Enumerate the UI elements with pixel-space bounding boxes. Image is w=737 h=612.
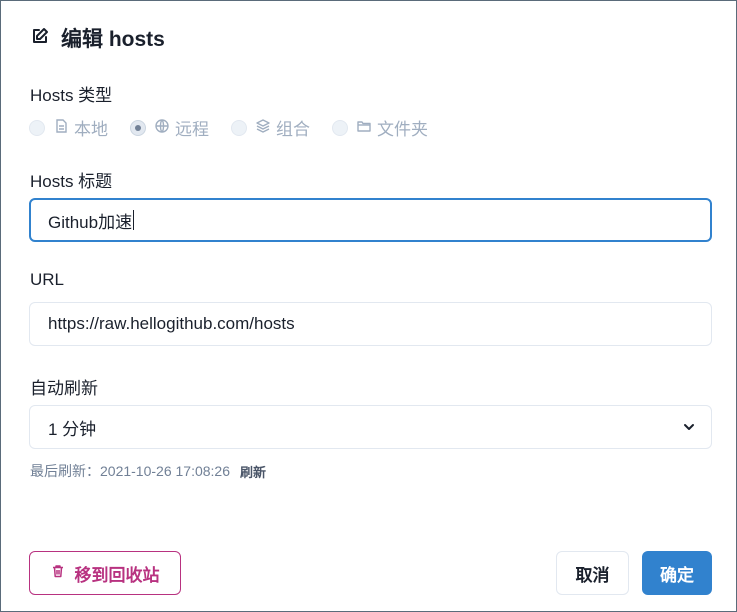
hosts-title-label: Hosts 标题	[30, 172, 113, 191]
last-refresh-text: 最后刷新：2021-10-26 17:08:26	[30, 463, 230, 479]
refresh-link[interactable]: 刷新	[240, 462, 266, 481]
dialog-title: 编辑 hosts	[61, 28, 165, 51]
radio-group-label: 组合	[276, 120, 310, 139]
radio-folder-label: 文件夹	[377, 120, 428, 139]
url-value: https://raw.hellogithub.com/hosts	[48, 314, 295, 333]
hosts-title-input[interactable]: Github加速	[29, 198, 712, 242]
move-to-trash-label: 移到回收站	[74, 565, 160, 585]
edit-hosts-dialog: 编辑 hosts Hosts 类型 本地 远程 组合 文件夹 Hosts 标题 …	[0, 0, 737, 612]
radio-circle-remote[interactable]	[130, 119, 146, 136]
radio-local-label: 本地	[74, 120, 108, 139]
file-icon	[54, 118, 74, 138]
trash-icon	[51, 563, 75, 583]
radio-group[interactable]: 组合	[231, 115, 310, 140]
radio-remote[interactable]: 远程	[130, 115, 209, 140]
radio-circle-local[interactable]	[29, 119, 45, 136]
radio-folder[interactable]: 文件夹	[332, 115, 428, 140]
layers-icon	[256, 118, 276, 138]
auto-refresh-value: 1 分钟	[48, 419, 97, 439]
url-label: URL	[30, 270, 65, 289]
hosts-title-value: Github加速	[48, 212, 133, 232]
confirm-button[interactable]: 确定	[642, 551, 712, 595]
move-to-trash-button[interactable]: 移到回收站	[29, 551, 181, 595]
hosts-type-radio-group: 本地 远程 组合 文件夹	[29, 115, 450, 140]
radio-remote-label: 远程	[175, 120, 209, 139]
folder-icon	[357, 118, 377, 138]
cancel-button[interactable]: 取消	[556, 551, 629, 595]
edit-icon	[31, 27, 49, 50]
radio-circle-group[interactable]	[231, 119, 247, 136]
globe-icon	[155, 118, 175, 138]
url-input[interactable]: https://raw.hellogithub.com/hosts	[29, 302, 712, 346]
chevron-down-icon	[684, 424, 694, 430]
text-caret	[133, 210, 135, 230]
auto-refresh-select[interactable]: 1 分钟	[29, 405, 712, 449]
radio-circle-folder[interactable]	[332, 119, 348, 136]
last-refresh-row: 最后刷新：2021-10-26 17:08:26 刷新	[30, 461, 266, 481]
hosts-type-label: Hosts 类型	[30, 86, 113, 105]
radio-local[interactable]: 本地	[29, 115, 108, 140]
dialog-header: 编辑 hosts	[31, 23, 165, 53]
auto-refresh-label: 自动刷新	[30, 379, 98, 398]
